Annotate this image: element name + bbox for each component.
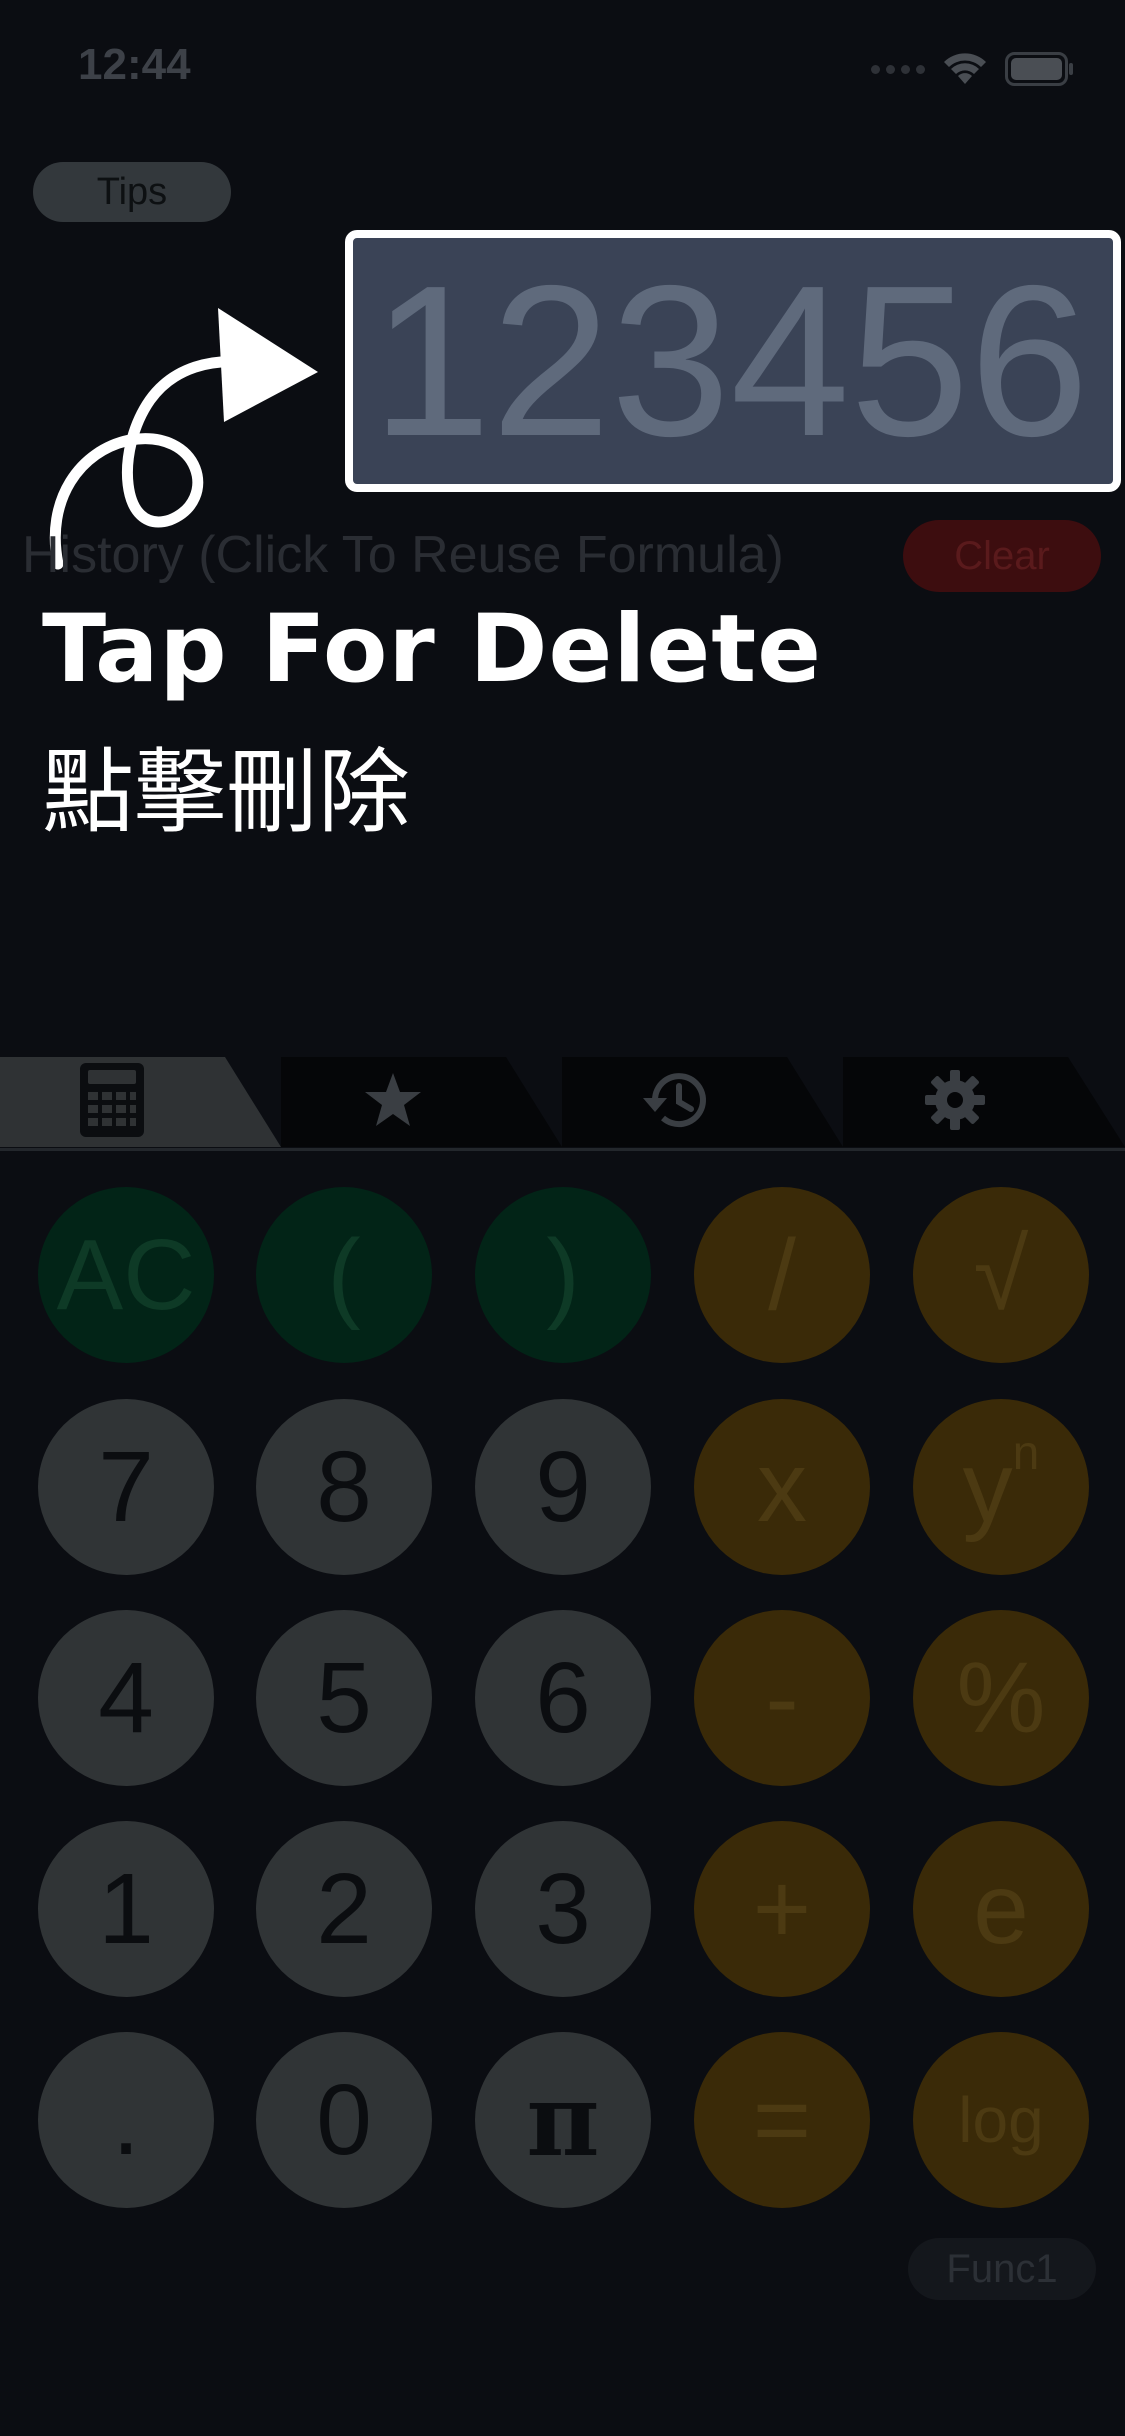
key-8[interactable]: 8 (256, 1399, 432, 1575)
status-time: 12:44 (78, 40, 191, 89)
key-1[interactable]: 1 (38, 1821, 214, 1997)
key-power-exponent: n (1012, 1426, 1040, 1480)
key-power[interactable]: yn (913, 1399, 1089, 1575)
clear-history-button[interactable]: Clear (903, 520, 1101, 592)
key-0[interactable]: 0 (256, 2032, 432, 2208)
status-icons (871, 52, 1075, 86)
key-close-paren[interactable]: ) (475, 1187, 651, 1363)
key-log[interactable]: log (913, 2032, 1089, 2208)
tab-history[interactable] (562, 1057, 843, 1147)
key-percent[interactable]: % (913, 1610, 1089, 1786)
key-ac[interactable]: AC (38, 1187, 214, 1363)
key-divide[interactable]: / (694, 1187, 870, 1363)
key-e[interactable]: e (913, 1821, 1089, 1997)
func-toggle-button[interactable]: Func1 (908, 2238, 1096, 2300)
key-5[interactable]: 5 (256, 1610, 432, 1786)
display-value: 123456 (371, 240, 1089, 481)
key-pi[interactable]: π (475, 2032, 651, 2208)
signal-icon (871, 64, 925, 74)
key-9[interactable]: 9 (475, 1399, 651, 1575)
key-subtract[interactable]: - (694, 1610, 870, 1786)
key-multiply[interactable]: x (694, 1399, 870, 1575)
tip-subtitle: 點擊刪除 (42, 739, 411, 846)
key-add[interactable]: + (694, 1821, 870, 1997)
tip-title: Tap For Delete (42, 595, 822, 704)
battery-icon (1005, 52, 1075, 86)
gear-icon (923, 1068, 987, 1137)
star-icon (363, 1071, 423, 1134)
key-7[interactable]: 7 (38, 1399, 214, 1575)
wifi-icon (943, 52, 987, 86)
key-sqrt[interactable]: √ (913, 1187, 1089, 1363)
key-3[interactable]: 3 (475, 1821, 651, 1997)
tab-favorites[interactable] (281, 1057, 562, 1147)
tab-calculator[interactable] (0, 1057, 281, 1147)
key-decimal[interactable]: . (38, 2032, 214, 2208)
tips-button[interactable]: Tips (33, 162, 231, 222)
tab-settings[interactable] (843, 1057, 1125, 1147)
status-bar: 12:44 (0, 0, 1125, 140)
calculator-icon (79, 1062, 145, 1143)
key-equals[interactable]: = (694, 2032, 870, 2208)
tab-bar-divider (0, 1148, 1125, 1151)
key-6[interactable]: 6 (475, 1610, 651, 1786)
result-display[interactable]: 123456 (345, 230, 1121, 492)
key-power-base: y (962, 1430, 1013, 1543)
key-4[interactable]: 4 (38, 1610, 214, 1786)
history-label: History (Click To Reuse Formula) (22, 526, 784, 584)
tab-bar (0, 1055, 1125, 1151)
key-2[interactable]: 2 (256, 1821, 432, 1997)
key-open-paren[interactable]: ( (256, 1187, 432, 1363)
history-clock-icon (641, 1070, 707, 1135)
